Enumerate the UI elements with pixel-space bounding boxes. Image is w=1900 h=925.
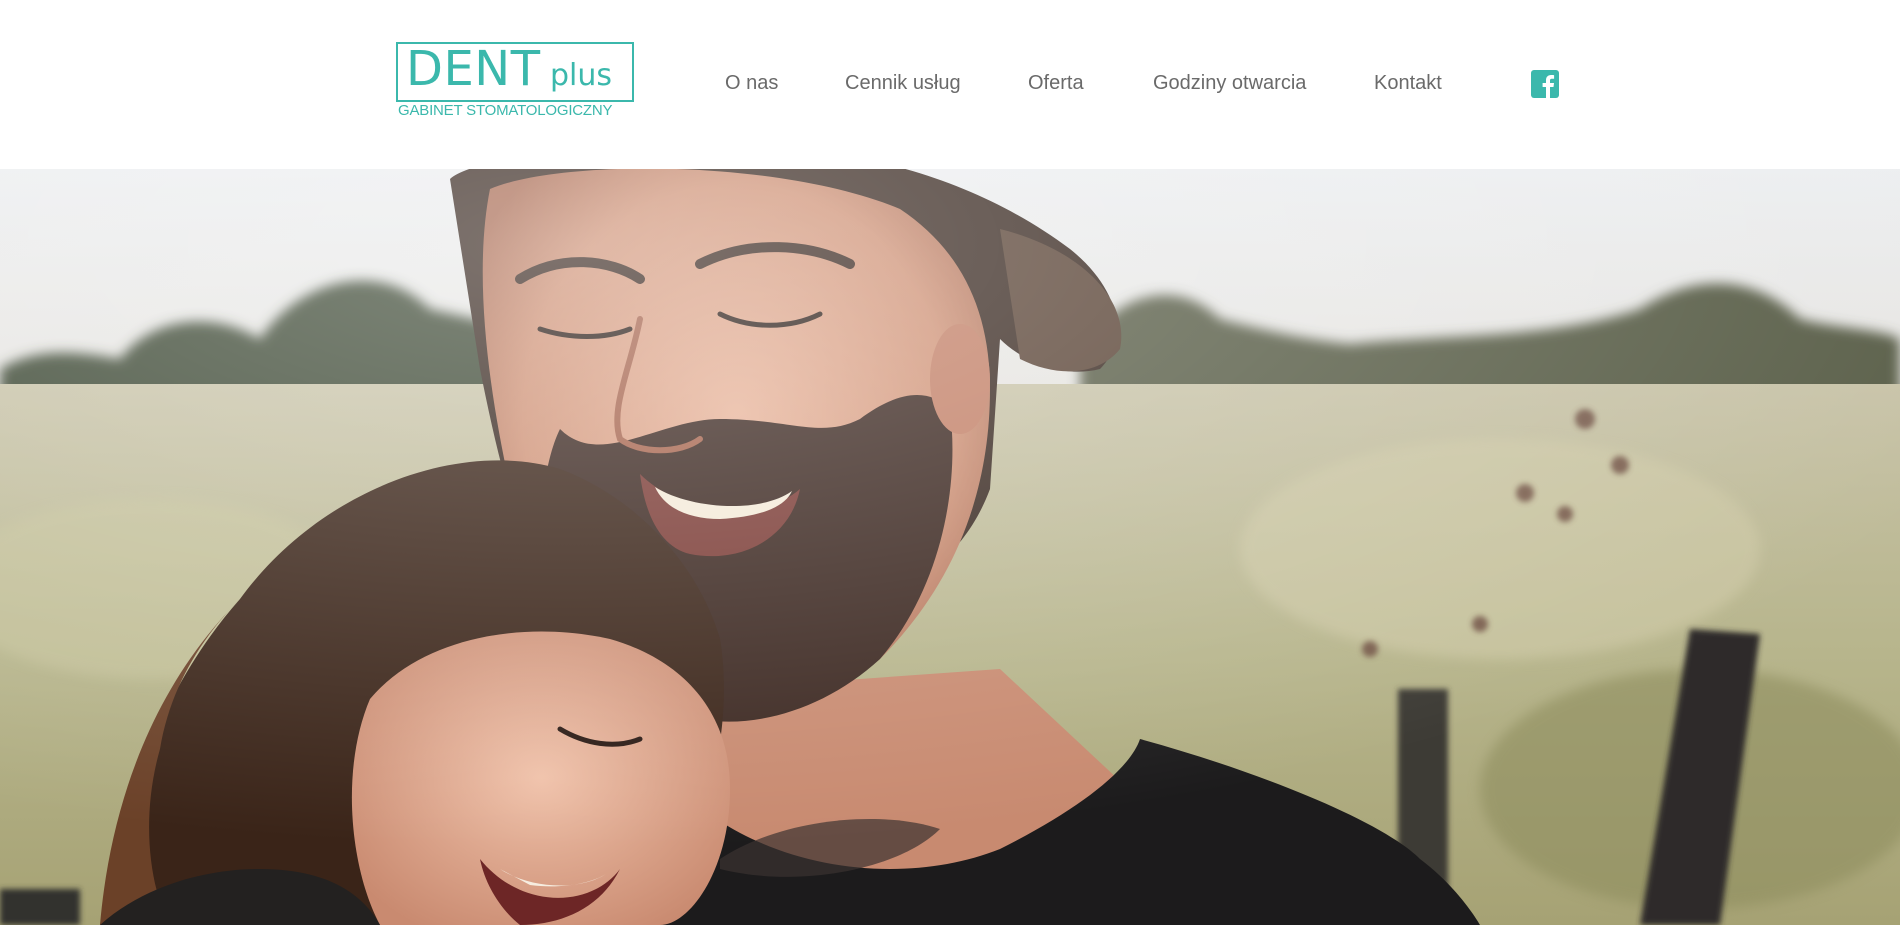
nav-item-godziny[interactable]: Godziny otwarcia [1153, 70, 1306, 96]
site-header: DENT plus GABINET STOMATOLOGICZNY O nas … [0, 0, 1900, 169]
nav-item-oferta[interactable]: Oferta [1028, 70, 1084, 96]
nav-item-kontakt[interactable]: Kontakt [1374, 70, 1442, 96]
nav-item-o-nas[interactable]: O nas [725, 70, 778, 96]
nav-item-cennik[interactable]: Cennik usług [845, 70, 961, 96]
facebook-icon[interactable] [1531, 70, 1559, 98]
hero-image [0, 169, 1900, 925]
main-nav: O nas Cennik usług Oferta Godziny otwarc… [0, 0, 1900, 169]
